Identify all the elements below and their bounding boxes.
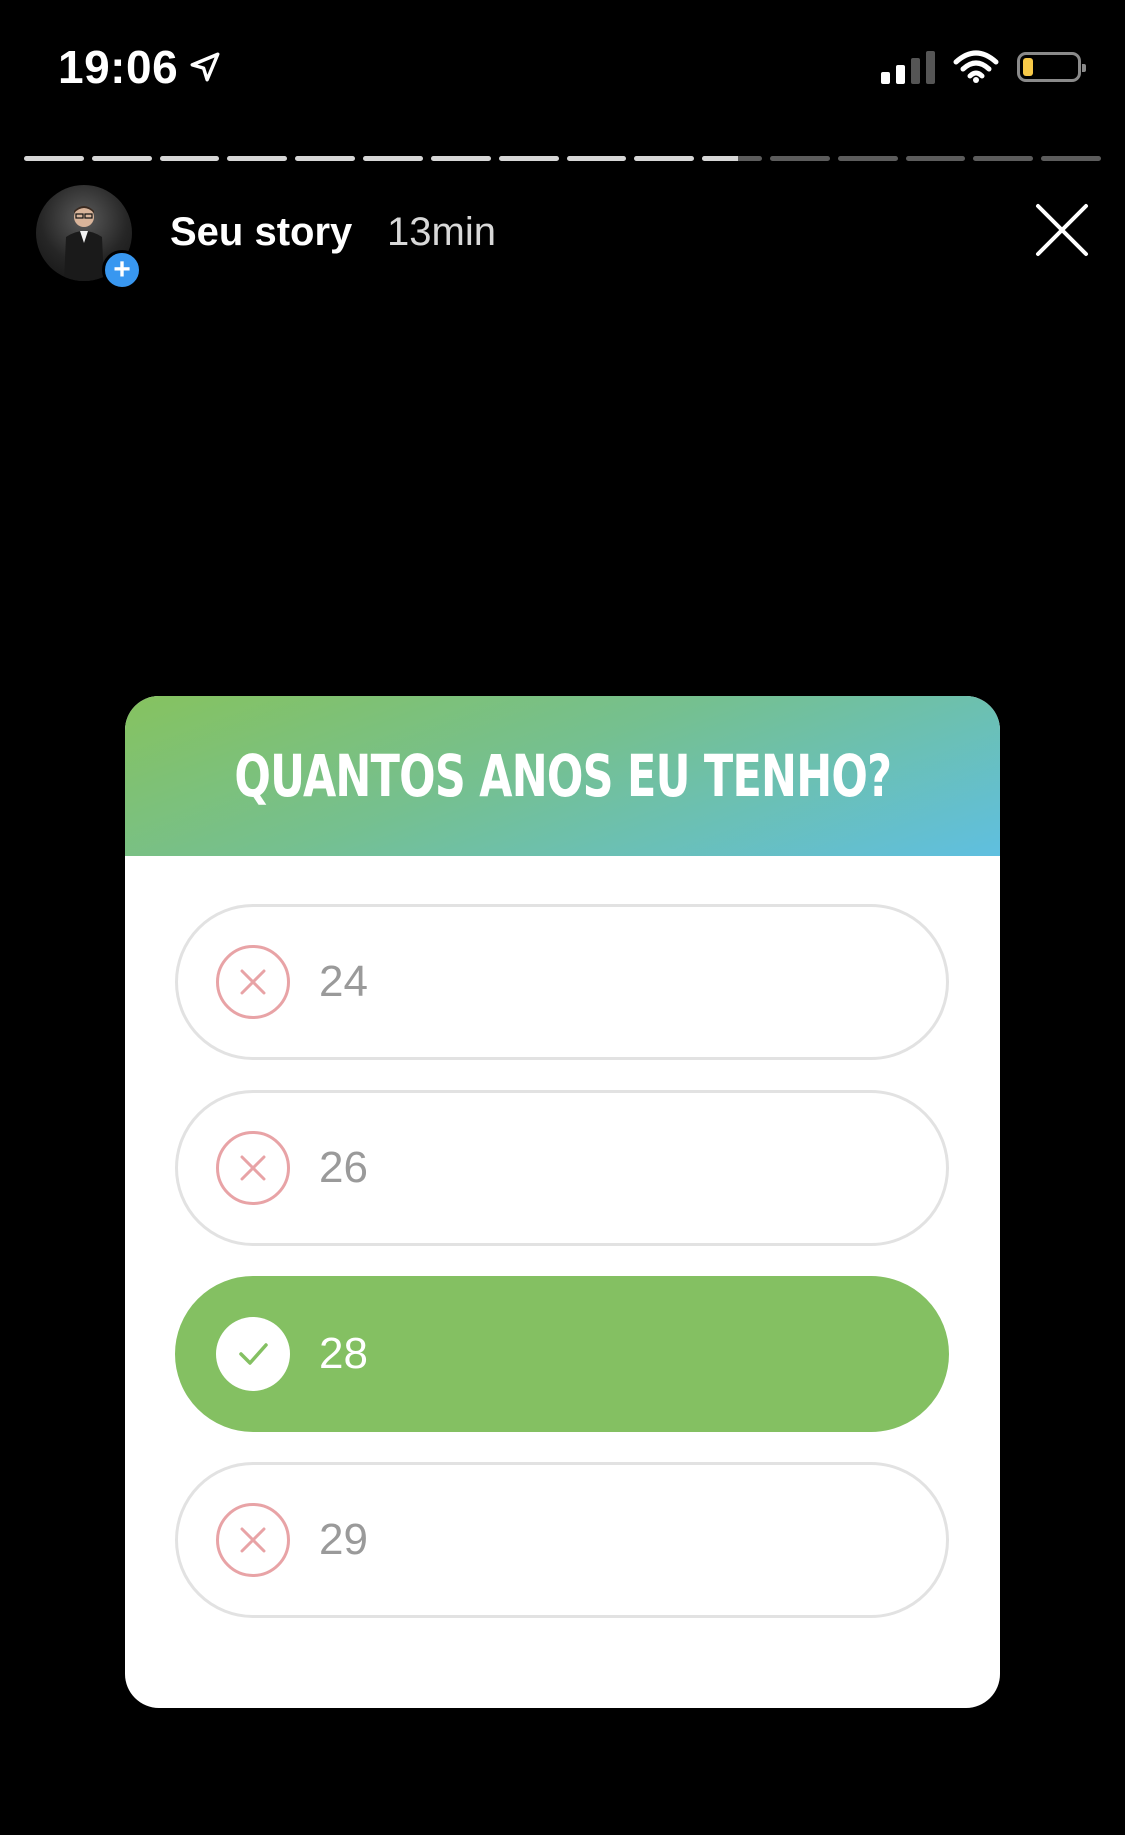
cellular-signal-icon (881, 50, 935, 84)
status-time-label: 19:06 (58, 41, 179, 93)
x-circle-icon (216, 1131, 290, 1205)
progress-segment-fill (634, 156, 695, 161)
progress-segment (769, 156, 830, 161)
status-time: 19:06 (58, 40, 222, 94)
x-circle-icon (216, 945, 290, 1019)
x-circle-icon (216, 1503, 290, 1577)
quiz-option-26[interactable]: 26 (175, 1090, 949, 1246)
story-owner-name[interactable]: Seu story (170, 210, 352, 255)
progress-segment-fill (295, 156, 356, 161)
close-icon[interactable] (1032, 200, 1092, 260)
battery-level (1023, 58, 1034, 76)
add-story-badge[interactable]: + (102, 250, 142, 290)
progress-segment (634, 156, 695, 161)
quiz-option-label: 28 (319, 1329, 368, 1378)
quiz-sticker: QUANTOS ANOS EU TENHO? 24 26 28 29 (125, 696, 1000, 1708)
progress-segment-fill (363, 156, 423, 161)
progress-segment (295, 156, 356, 161)
progress-segment-fill (24, 156, 84, 161)
quiz-option-24[interactable]: 24 (175, 904, 949, 1060)
progress-segment-fill (91, 156, 152, 161)
progress-segment (159, 156, 220, 161)
progress-segment (837, 156, 898, 161)
progress-segment (566, 156, 627, 161)
plus-icon: + (113, 253, 131, 286)
story-timestamp: 13min (387, 210, 496, 254)
progress-segment (702, 156, 762, 161)
quiz-option-label: 29 (319, 1515, 368, 1564)
profile-photo (64, 206, 104, 281)
progress-segment-fill (566, 156, 627, 161)
progress-segment (973, 156, 1034, 161)
quiz-option-28[interactable]: 28 (175, 1276, 949, 1432)
quiz-option-label: 26 (319, 1143, 368, 1192)
progress-segment-fill (430, 156, 491, 161)
quiz-header: QUANTOS ANOS EU TENHO? (125, 696, 1000, 856)
quiz-option-29[interactable]: 29 (175, 1462, 949, 1618)
progress-segment (91, 156, 152, 161)
status-indicators (881, 50, 1086, 84)
progress-segment (227, 156, 288, 161)
quiz-question: QUANTOS ANOS EU TENHO? (234, 742, 892, 810)
progress-segment (24, 156, 84, 161)
check-circle-icon (216, 1317, 290, 1391)
wifi-icon (953, 50, 999, 83)
story-progress-bar (24, 156, 1101, 161)
quiz-option-label: 24 (319, 957, 368, 1006)
progress-segment (905, 156, 966, 161)
progress-segment-fill (159, 156, 220, 161)
quiz-options: 24 26 28 29 (125, 856, 1000, 1618)
location-arrow-icon (190, 52, 220, 82)
progress-segment (430, 156, 491, 161)
progress-segment (1041, 156, 1101, 161)
progress-segment (363, 156, 423, 161)
progress-segment-fill (702, 156, 738, 161)
progress-segment (498, 156, 559, 161)
battery-icon (1017, 52, 1086, 82)
progress-segment-fill (227, 156, 288, 161)
progress-segment-fill (498, 156, 559, 161)
